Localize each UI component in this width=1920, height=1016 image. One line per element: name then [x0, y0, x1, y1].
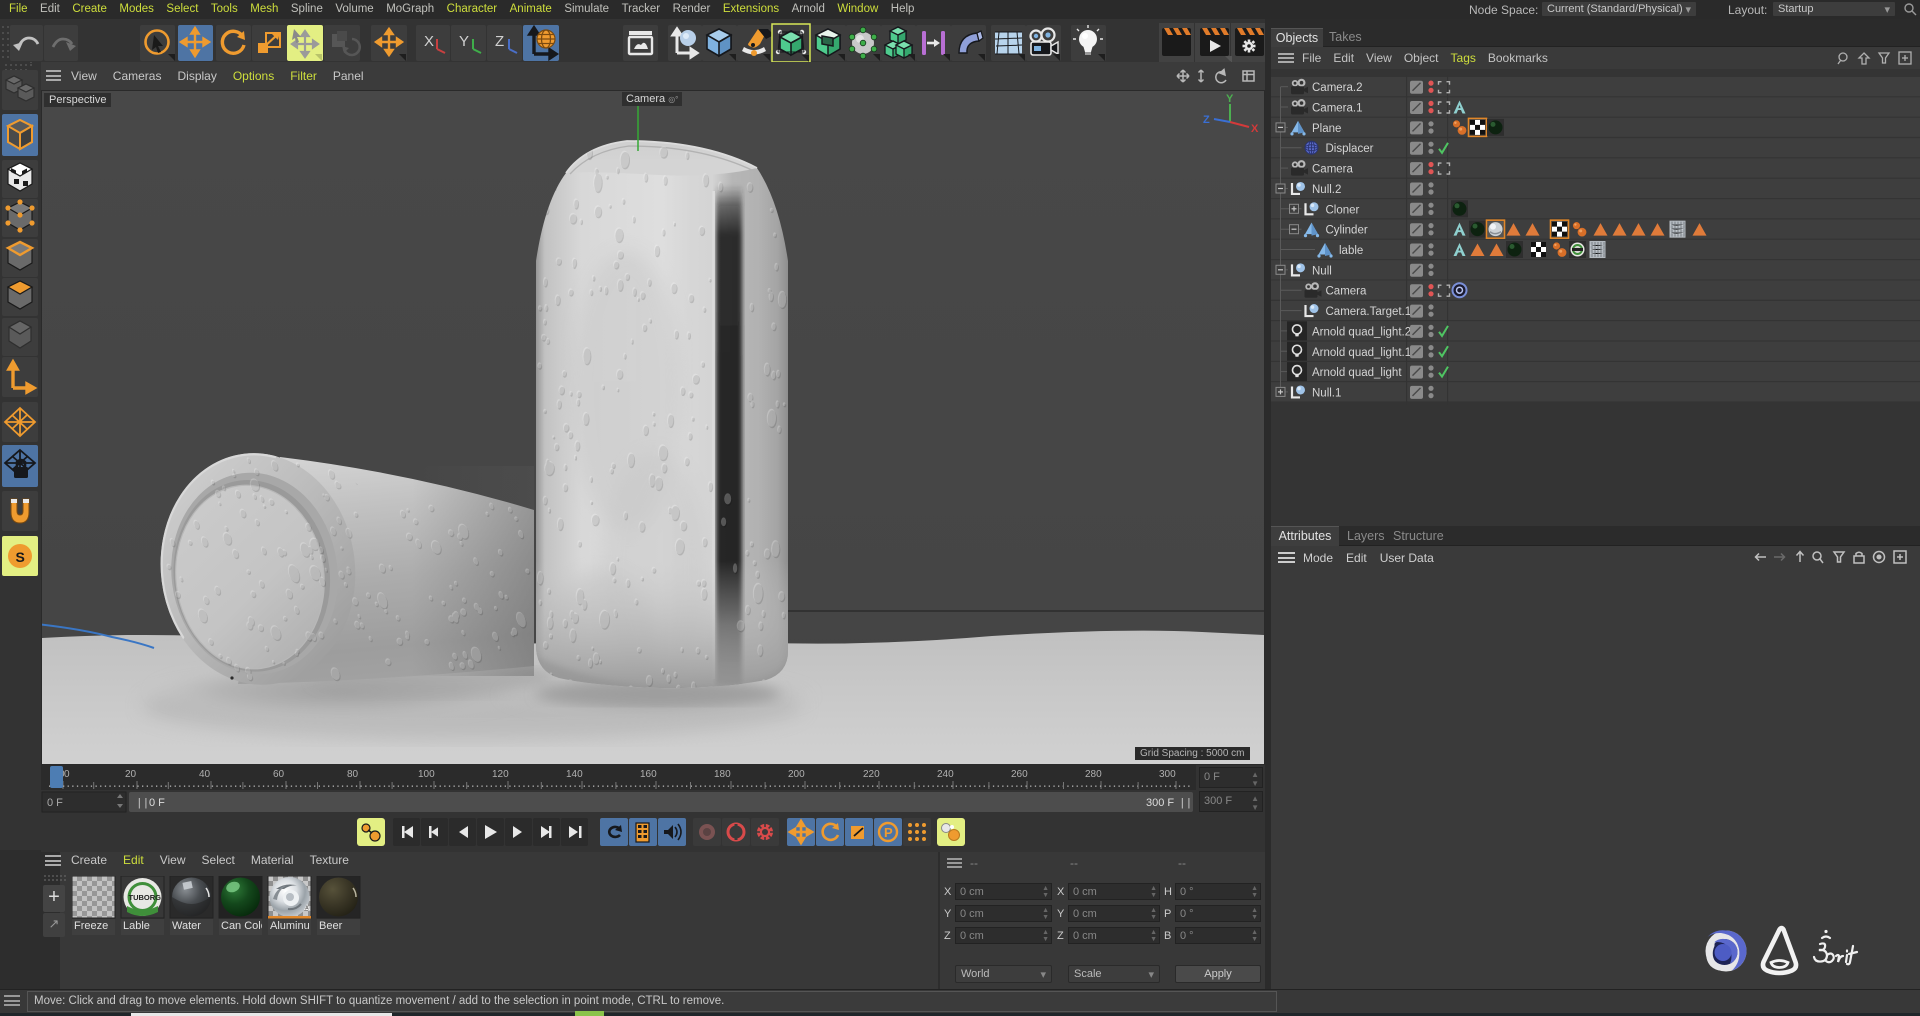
svg-text:X: X	[424, 33, 434, 50]
svg-text:Arnold quad_light.1: Arnold quad_light.1	[1312, 347, 1411, 359]
svg-text:280: 280	[1085, 769, 1102, 780]
svg-text:Z: Z	[1203, 114, 1210, 126]
svg-text:80: 80	[347, 769, 359, 780]
svg-text:Arnold quad_light: Arnold quad_light	[1312, 367, 1402, 379]
svg-text:Displacer: Displacer	[1326, 143, 1374, 155]
svg-text:Y: Y	[1226, 93, 1234, 105]
svg-text:300: 300	[1159, 769, 1176, 780]
svg-text:20: 20	[125, 769, 137, 780]
svg-text:60: 60	[273, 769, 285, 780]
svg-text:Null.2: Null.2	[1312, 184, 1341, 196]
svg-text:TUBORG: TUBORG	[129, 893, 162, 902]
svg-text:40: 40	[199, 769, 211, 780]
svg-text:200: 200	[788, 769, 805, 780]
svg-text:Arnold quad_light.2: Arnold quad_light.2	[1312, 326, 1411, 338]
svg-text:240: 240	[937, 769, 954, 780]
svg-text:260: 260	[1011, 769, 1028, 780]
svg-text:120: 120	[492, 769, 509, 780]
svg-text:140: 140	[566, 769, 583, 780]
svg-text:Cloner: Cloner	[1326, 204, 1360, 216]
svg-text:0 F: 0 F	[149, 797, 165, 809]
svg-text:Plane: Plane	[1312, 123, 1341, 135]
svg-text:100: 100	[418, 769, 435, 780]
svg-text:Camera.2: Camera.2	[1312, 82, 1363, 94]
svg-text:Camera.1: Camera.1	[1312, 103, 1363, 115]
svg-text:Null: Null	[1312, 265, 1332, 277]
svg-text:Camera.Target.1: Camera.Target.1	[1326, 306, 1412, 318]
svg-text:300 F: 300 F	[1146, 797, 1174, 809]
svg-text:Null.1: Null.1	[1312, 387, 1341, 399]
svg-text:220: 220	[863, 769, 880, 780]
svg-text:0 F: 0 F	[47, 797, 63, 809]
svg-text:lable: lable	[1339, 245, 1363, 257]
svg-text:Z: Z	[495, 33, 504, 50]
svg-text:0: 0	[64, 769, 70, 780]
svg-text:||: ||	[1179, 798, 1192, 810]
svg-text:P: P	[884, 825, 893, 840]
svg-text:X: X	[1251, 123, 1259, 135]
svg-text:||: ||	[136, 798, 149, 810]
svg-text:Camera: Camera	[1312, 164, 1354, 176]
svg-text:Cylinder: Cylinder	[1326, 225, 1368, 237]
svg-text:Camera: Camera	[1326, 286, 1368, 298]
svg-text:180: 180	[714, 769, 731, 780]
svg-text:Y: Y	[459, 33, 469, 50]
svg-text:160: 160	[640, 769, 657, 780]
svg-text:S: S	[16, 549, 25, 565]
